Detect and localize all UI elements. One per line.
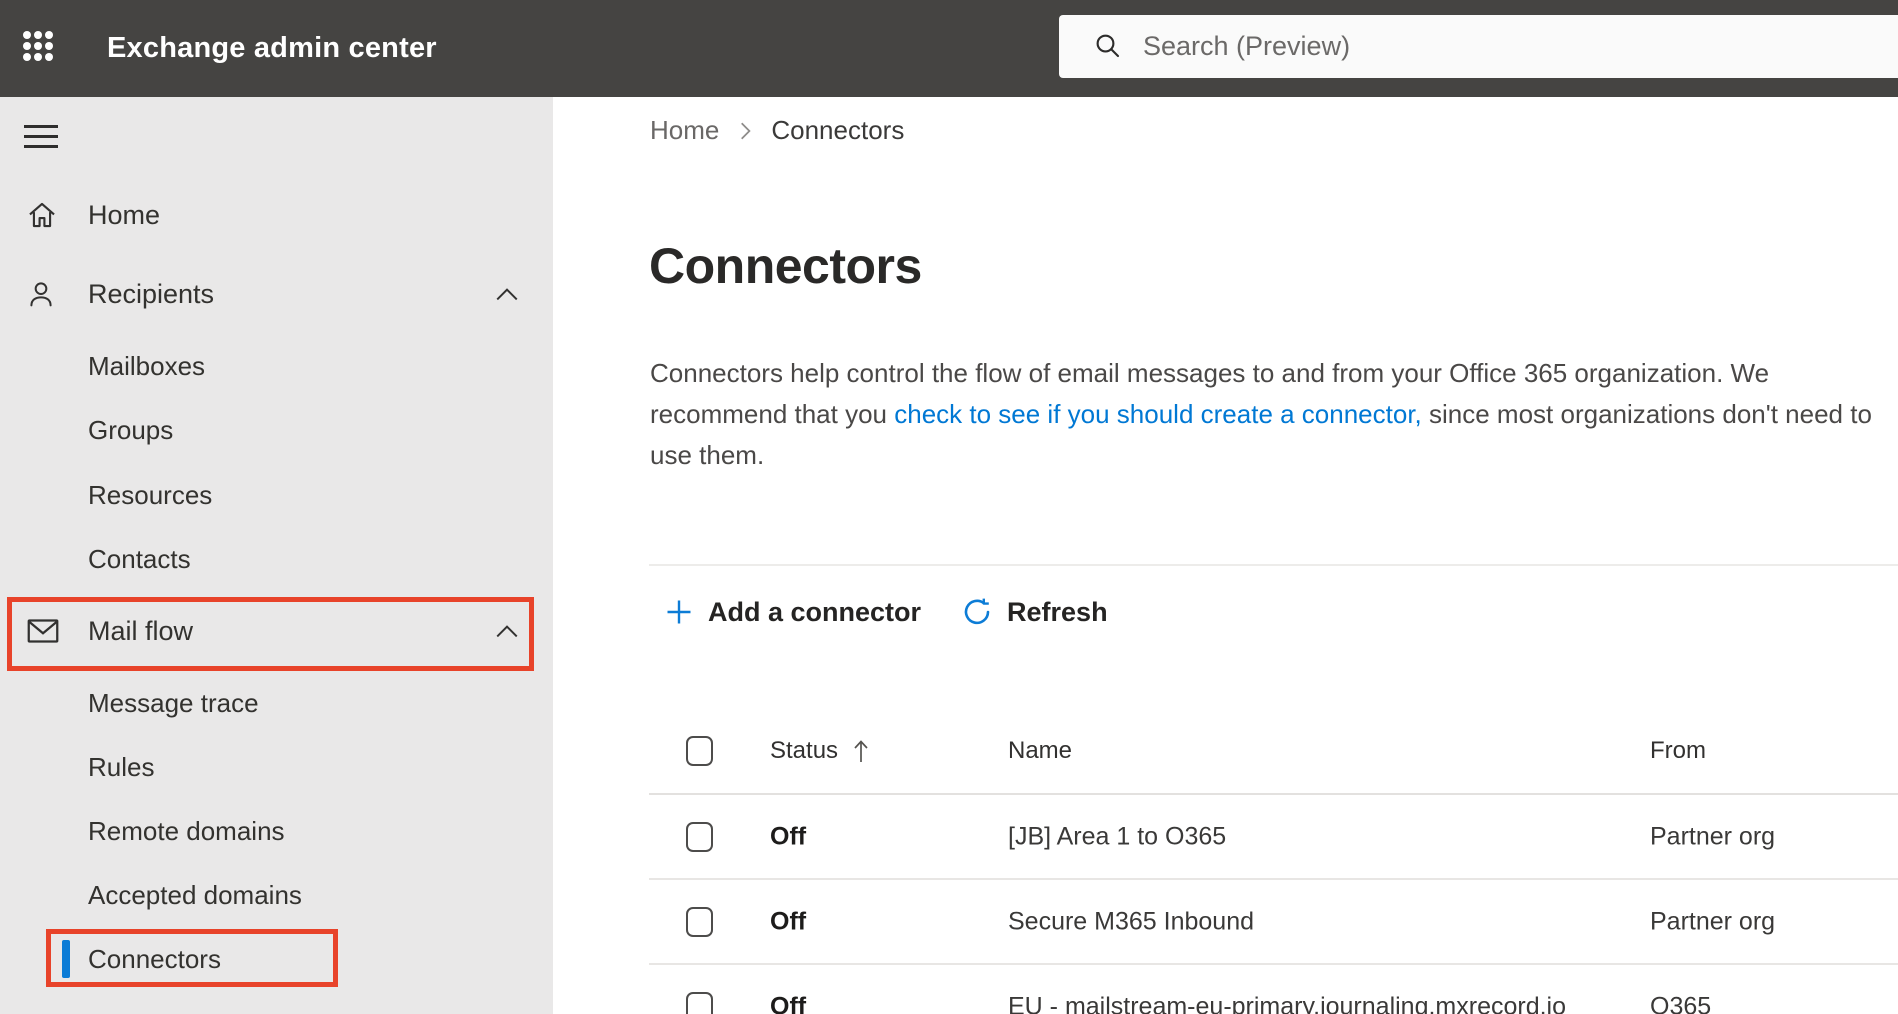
sidebar-item-label: Message trace (88, 687, 259, 718)
sidebar-item-remote-domains[interactable]: Remote domains (0, 799, 553, 863)
connector-name: EU - mailstream-eu-primary.journaling.mx… (1008, 992, 1567, 1014)
search-box[interactable] (1059, 15, 1898, 78)
sidebar-item-resources[interactable]: Resources (0, 463, 553, 527)
sidebar-item-message-trace[interactable]: Message trace (0, 671, 553, 735)
refresh-icon (964, 598, 990, 625)
status-header-label: Status (770, 736, 839, 764)
select-all-checkbox[interactable] (686, 735, 713, 766)
column-header-status[interactable]: Status (770, 737, 870, 765)
sidebar-item-label: Connectors (88, 943, 221, 974)
chevron-right-icon (741, 122, 752, 139)
app-title: Exchange admin center (107, 32, 437, 64)
connector-name: Secure M365 Inbound (1008, 907, 1255, 935)
breadcrumb-home[interactable]: Home (650, 115, 719, 146)
column-header-from[interactable]: From (1650, 737, 1706, 765)
toolbar: Add a connector Refresh (664, 584, 1108, 640)
sort-ascending-icon (854, 739, 868, 762)
sidebar-item-label: Contacts (88, 543, 191, 574)
hamburger-menu-icon[interactable] (24, 125, 58, 148)
table-header-row: Status Name From (649, 708, 1898, 795)
connectors-table: Status Name From Off [JB] Area 1 to O365… (553, 708, 1898, 1014)
row-checkbox[interactable] (686, 991, 713, 1014)
table-row[interactable]: Off Secure M365 Inbound Partner org (649, 880, 1898, 965)
connector-from: Partner org (1650, 907, 1776, 935)
sidebar: Home Recipients Mailboxes Groups Resourc… (0, 97, 553, 1014)
sidebar-item-recipients[interactable]: Recipients (0, 258, 553, 330)
selected-indicator (62, 940, 70, 978)
status-value: Off (770, 907, 807, 935)
sidebar-item-home[interactable]: Home (0, 179, 553, 251)
status-value: Off (770, 822, 807, 850)
page-title: Connectors (649, 238, 922, 294)
search-icon (1096, 34, 1120, 58)
chevron-up-icon[interactable] (494, 286, 520, 302)
column-header-name[interactable]: Name (1008, 737, 1072, 765)
sidebar-item-groups[interactable]: Groups (0, 398, 553, 462)
sidebar-item-contacts[interactable]: Contacts (0, 527, 553, 591)
table-row[interactable]: Off [JB] Area 1 to O365 Partner org (649, 795, 1898, 880)
connector-from: O365 (1650, 992, 1712, 1014)
refresh-button[interactable]: Refresh (961, 596, 1108, 628)
refresh-label: Refresh (1007, 596, 1108, 627)
breadcrumb: Home Connectors (650, 115, 904, 146)
status-value: Off (770, 992, 807, 1014)
sidebar-item-label: Remote domains (88, 815, 285, 846)
sidebar-item-label: Home (88, 199, 161, 230)
sidebar-item-label: Rules (88, 751, 155, 782)
home-icon (25, 198, 59, 232)
topbar: Exchange admin center (0, 0, 1898, 97)
row-checkbox[interactable] (686, 821, 713, 852)
annotation-box-mail-flow (7, 597, 534, 671)
sidebar-item-label: Mail flow (88, 615, 194, 646)
sidebar-item-rules[interactable]: Rules (0, 735, 553, 799)
sidebar-item-accepted-domains[interactable]: Accepted domains (0, 863, 553, 927)
add-connector-label: Add a connector (708, 596, 922, 627)
add-connector-button[interactable]: Add a connector (664, 597, 921, 628)
sidebar-item-label: Resources (88, 479, 213, 510)
sidebar-item-label: Mailboxes (88, 350, 206, 381)
connector-from: Partner org (1650, 822, 1776, 850)
sidebar-item-label: Groups (88, 414, 174, 445)
sidebar-item-label: Accepted domains (88, 879, 302, 910)
app-launcher-icon[interactable] (23, 31, 55, 63)
sidebar-item-mailboxes[interactable]: Mailboxes (0, 334, 553, 398)
plus-icon (667, 600, 691, 624)
breadcrumb-current: Connectors (771, 115, 905, 145)
section-divider (649, 564, 1898, 566)
sidebar-item-label: Recipients (88, 278, 215, 309)
table-row[interactable]: Off EU - mailstream-eu-primary.journalin… (649, 965, 1898, 1014)
search-input[interactable] (1143, 15, 1883, 78)
mail-icon (25, 616, 61, 646)
sidebar-item-mail-flow[interactable]: Mail flow (0, 595, 553, 671)
connector-name: [JB] Area 1 to O365 (1008, 822, 1227, 850)
main-content: Home Connectors Connectors Connectors he… (553, 97, 1898, 1014)
sidebar-item-connectors[interactable]: Connectors (0, 927, 553, 991)
chevron-up-icon[interactable] (494, 623, 520, 639)
person-icon (25, 277, 57, 311)
page-description: Connectors help control the flow of emai… (650, 353, 1885, 476)
create-connector-check-link[interactable]: check to see if you should create a conn… (894, 399, 1422, 429)
row-checkbox[interactable] (686, 906, 713, 937)
